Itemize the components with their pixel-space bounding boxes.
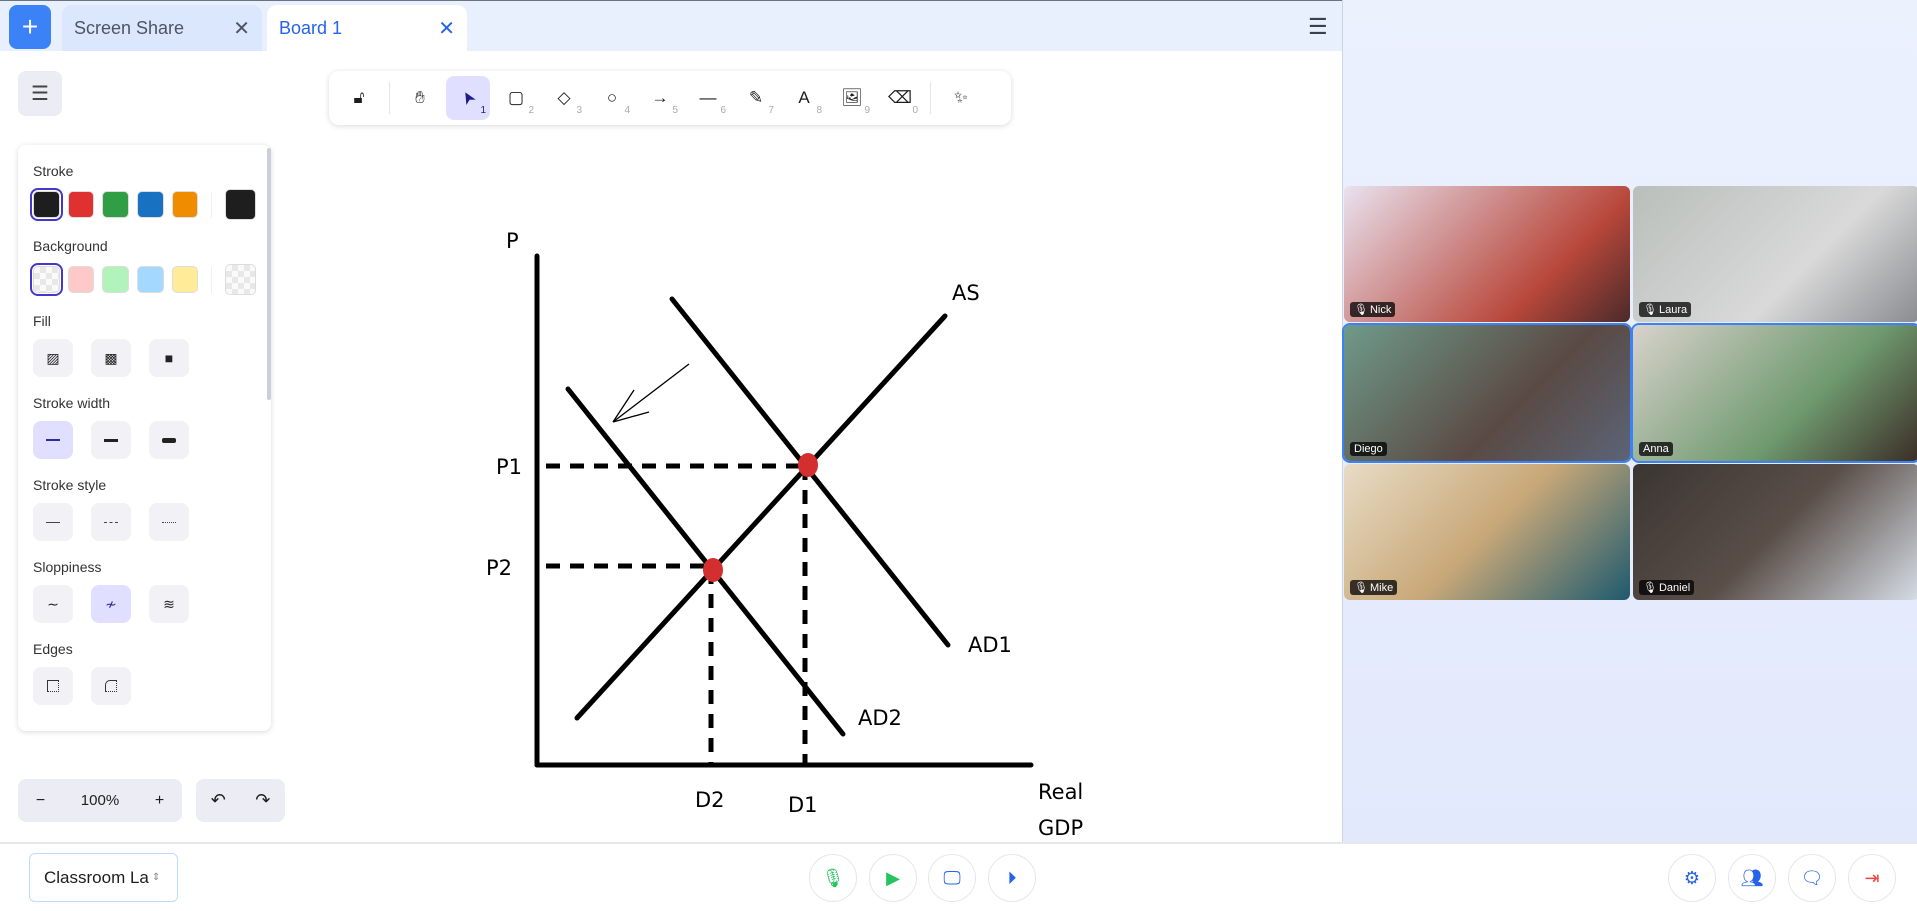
equilibrium-point-1: [798, 453, 818, 477]
participant-name-badge: Diego: [1350, 442, 1387, 456]
mic-muted-icon: 🎙︎: [1643, 582, 1657, 594]
participant-name-badge: Anna: [1639, 442, 1673, 456]
participant-grid: 🎙︎ Nick 🎙︎ Laura Diego Anna 🎙︎ Mike 🎙︎ Daniel: [1342, 186, 1917, 600]
participants-button[interactable]: 👥︎: [1728, 854, 1776, 902]
participant-tile[interactable]: 🎙︎ Laura: [1633, 186, 1917, 322]
settings-button[interactable]: ⚙: [1668, 854, 1716, 902]
undo-button[interactable]: ↶: [211, 790, 226, 811]
whiteboard-canvas[interactable]: P P1 P2 AS AD1 AD2 D2 D1 Real GDP: [0, 0, 1342, 842]
zoom-in-button[interactable]: +: [155, 792, 164, 810]
leave-button[interactable]: ⇥: [1848, 854, 1896, 902]
shift-arrow: [612, 363, 690, 423]
microphone-button[interactable]: 🎙︎: [809, 854, 857, 902]
participant-name-badge: 🎙︎ Laura: [1639, 302, 1692, 317]
mic-muted-icon: 🎙︎: [1354, 304, 1368, 316]
d1-label: D1: [788, 793, 818, 817]
chat-button[interactable]: 🗨︎: [1788, 854, 1836, 902]
equilibrium-point-2: [703, 558, 723, 582]
zoom-level[interactable]: 100%: [81, 792, 119, 809]
participant-name: Mike: [1369, 582, 1394, 594]
screen-share-button[interactable]: 🖵: [928, 854, 976, 902]
participant-tile[interactable]: 🎙︎ Mike: [1344, 464, 1630, 600]
participant-name: Nick: [1369, 304, 1392, 316]
participant-name-badge: 🎙︎ Nick: [1350, 302, 1396, 317]
participant-name: Anna: [1643, 443, 1669, 455]
room-select-value: Classroom La: [44, 867, 149, 887]
x-axis-label-line2: GDP: [1038, 816, 1083, 840]
as-curve: [574, 313, 948, 721]
participant-tile[interactable]: Diego: [1342, 323, 1632, 463]
p2-label: P2: [486, 556, 512, 580]
participant-name-badge: 🎙︎ Mike: [1350, 580, 1398, 595]
record-button[interactable]: ⏵: [988, 854, 1036, 902]
room-select[interactable]: Classroom La ⇕: [29, 853, 178, 902]
y-axis-label: P: [506, 229, 519, 253]
participant-name: Daniel: [1658, 582, 1691, 594]
participant-name: Laura: [1658, 304, 1688, 316]
redo-button[interactable]: ↷: [255, 790, 270, 811]
ad1-label: AD1: [968, 633, 1012, 657]
camera-button[interactable]: ▶︎: [869, 854, 917, 902]
x-axis-label-line1: Real: [1038, 780, 1083, 804]
participant-tile[interactable]: 🎙︎ Nick: [1344, 186, 1630, 322]
participant-name: Diego: [1354, 443, 1383, 455]
zoom-controls: − 100% +: [18, 779, 182, 822]
mic-muted-icon: 🎙︎: [1354, 582, 1368, 594]
mic-muted-icon: 🎙︎: [1643, 304, 1657, 316]
as-label: AS: [952, 281, 980, 305]
p1-label: P1: [496, 455, 522, 479]
ad2-label: AD2: [858, 706, 902, 730]
zoom-out-button[interactable]: −: [36, 792, 45, 810]
participant-tile[interactable]: Anna: [1631, 323, 1917, 463]
chevron-up-down-icon: ⇕: [151, 872, 161, 883]
history-controls: ↶ ↷: [196, 779, 285, 822]
d2-label: D2: [695, 788, 725, 812]
participant-tile[interactable]: 🎙︎ Daniel: [1633, 464, 1917, 600]
participant-name-badge: 🎙︎ Daniel: [1639, 580, 1695, 595]
